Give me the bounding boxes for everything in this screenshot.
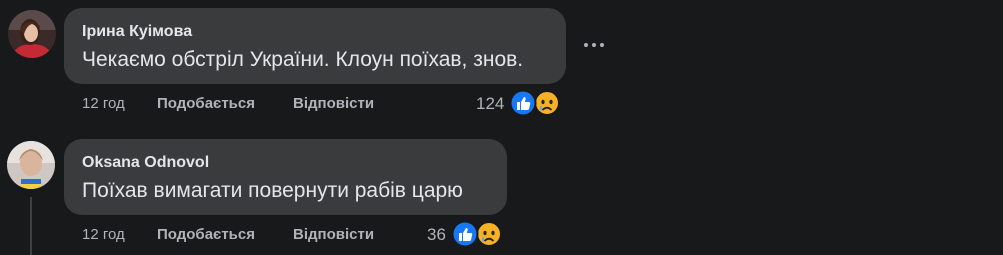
sad-icon — [534, 90, 560, 116]
avatar-photo — [7, 141, 55, 189]
comment-time[interactable]: 12 год — [82, 95, 125, 112]
like-button[interactable]: Подобається — [157, 95, 255, 112]
reply-button[interactable]: Відповісти — [293, 226, 374, 243]
dot-icon — [584, 43, 588, 47]
reply-button[interactable]: Відповісти — [293, 95, 374, 112]
avatar[interactable] — [8, 10, 56, 58]
comment-time[interactable]: 12 год — [82, 226, 125, 243]
comment: Ірина Куімова Чекаємо обстріл України. К… — [0, 0, 1003, 125]
reaction-icons[interactable] — [451, 220, 507, 248]
like-button[interactable]: Подобається — [157, 226, 255, 243]
reaction-icons[interactable] — [509, 89, 565, 117]
reaction-count[interactable]: 124 — [476, 94, 504, 114]
avatar-photo — [8, 10, 56, 58]
avatar[interactable] — [7, 141, 55, 189]
comment-actions: 12 год Подобається Відповісти — [82, 226, 402, 246]
comment-actions: 12 год Подобається Відповісти — [82, 95, 402, 115]
like-icon — [451, 220, 479, 248]
reaction-count[interactable]: 36 — [427, 225, 446, 245]
comment-author[interactable]: Oksana Odnovol — [82, 154, 209, 172]
comment-bubble: Oksana Odnovol Поїхав вимагати повернути… — [64, 139, 507, 215]
sad-icon — [476, 221, 502, 247]
like-icon — [509, 89, 537, 117]
comment-text: Чекаємо обстріл України. Клоун поїхав, з… — [82, 48, 524, 71]
comment-text: Поїхав вимагати повернути рабів царю — [82, 179, 463, 202]
dot-icon — [592, 43, 596, 47]
comment-author[interactable]: Ірина Куімова — [82, 23, 192, 41]
comment-bubble: Ірина Куімова Чекаємо обстріл України. К… — [64, 8, 566, 84]
more-options-button[interactable] — [578, 35, 610, 55]
dot-icon — [600, 43, 604, 47]
comment: Oksana Odnovol Поїхав вимагати повернути… — [0, 130, 1003, 255]
